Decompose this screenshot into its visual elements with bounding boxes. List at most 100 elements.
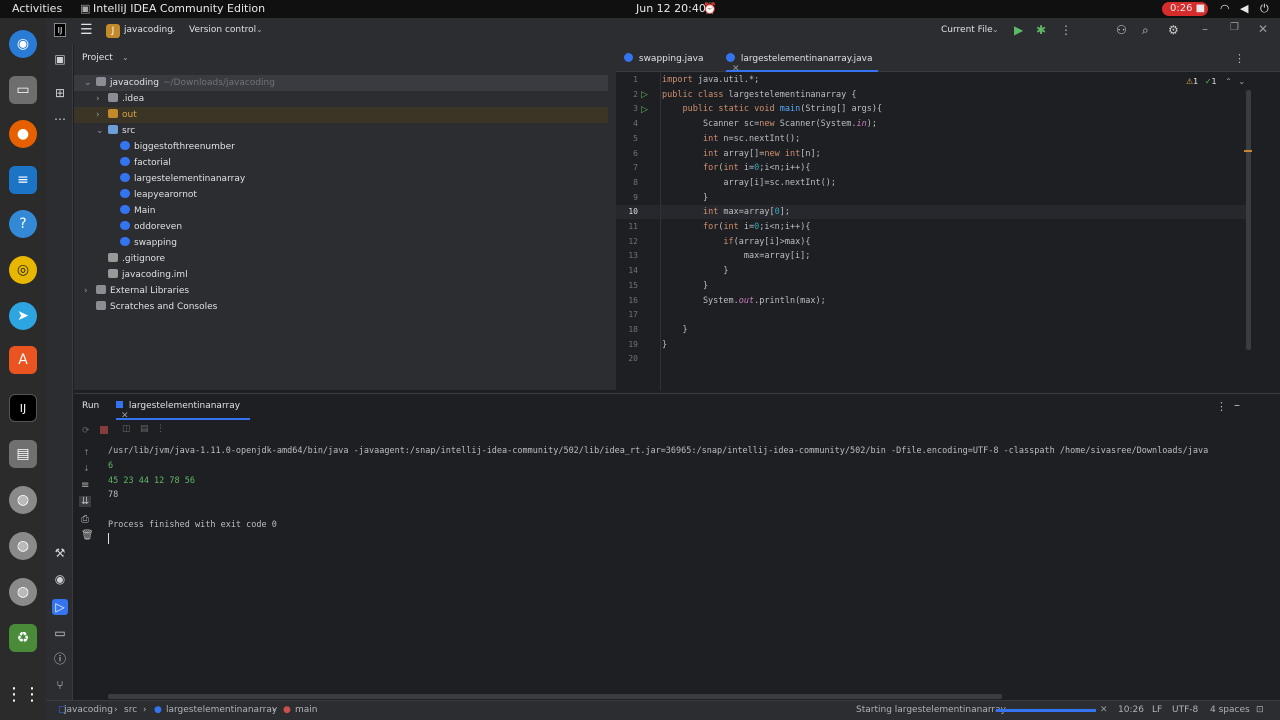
maximize-icon[interactable]: ❐ (1230, 22, 1239, 33)
run-config-selector[interactable]: Current File (941, 25, 993, 35)
expand-chevron-icon[interactable]: ⌄ (96, 123, 108, 139)
run-tool-icon[interactable]: ▷ (52, 599, 68, 615)
rhythmbox-icon[interactable]: ◎ (9, 256, 37, 284)
code-line[interactable]: } (662, 266, 728, 276)
code-line[interactable]: public class largestelementinanarray { (662, 90, 857, 100)
camera-icon[interactable]: ◫ (122, 424, 131, 434)
code-line[interactable]: } (662, 193, 708, 203)
console-cursor[interactable] (108, 533, 109, 544)
code-line[interactable]: System.out.println(max); (662, 296, 826, 306)
code-line[interactable]: for(int i=0;i<n;i++){ (662, 222, 811, 232)
tree-item[interactable]: › .idea (74, 91, 608, 107)
project-tool-icon[interactable]: ▣ (52, 51, 68, 67)
tree-item[interactable]: ⌄ javacoding ~/Downloads/javacoding (74, 75, 608, 91)
app-name[interactable]: IntelliJ IDEA Community Edition (93, 2, 265, 15)
trash-icon[interactable]: 🗑 (81, 530, 94, 541)
arrow-down-icon[interactable]: ↓ (83, 464, 90, 473)
arrow-up-icon[interactable]: ↑ (83, 448, 90, 457)
scroll-to-end-icon[interactable]: ⇊ (79, 496, 92, 507)
editor-scrollbar[interactable] (1246, 90, 1251, 350)
code-line[interactable]: if(array[i]>max){ (662, 237, 810, 247)
tree-item[interactable]: swapping (74, 235, 608, 251)
run-options-icon[interactable]: ⋮ (1216, 400, 1227, 413)
disk-icon-3[interactable]: ◍ (9, 578, 37, 606)
tree-item[interactable]: .gitignore (74, 251, 608, 267)
breadcrumb-class[interactable]: largestelementinanarray (166, 705, 277, 715)
line-separator[interactable]: LF (1152, 705, 1162, 715)
indent-setting[interactable]: 4 spaces (1210, 705, 1250, 715)
breadcrumb-project[interactable]: javacoding (64, 705, 113, 715)
code-line[interactable]: } (662, 325, 687, 335)
build-icon[interactable]: ⚒ (52, 545, 68, 561)
volume-icon[interactable]: ◀ (1240, 2, 1248, 15)
disk-icon-2[interactable]: ◍ (9, 532, 37, 560)
writer-icon[interactable]: ≡ (9, 166, 37, 194)
code-line[interactable]: } (662, 340, 667, 350)
code-line[interactable]: int max=array[0]; (662, 207, 790, 217)
chevron-down-icon[interactable]: ⌄ (1238, 77, 1245, 86)
tree-item[interactable]: › out (74, 107, 608, 123)
vcs-menu[interactable]: Version control (189, 25, 256, 35)
breadcrumb-src[interactable]: src (124, 705, 137, 715)
expand-chevron-icon[interactable]: ⌄ (84, 75, 96, 91)
activities-button[interactable]: Activities (12, 2, 62, 15)
code-line[interactable]: } (662, 281, 708, 291)
files-icon[interactable]: ▭ (9, 76, 37, 104)
code-line[interactable]: for(int i=0;i<n;i++){ (662, 163, 811, 173)
soft-wrap-icon[interactable]: ≡ (81, 480, 89, 491)
tab-options-icon[interactable]: ⋮ (1234, 52, 1245, 65)
run-tab[interactable]: largestelementinanarray ✕ (116, 394, 250, 421)
telegram-icon[interactable]: ➤ (9, 302, 37, 330)
git-icon[interactable]: ⑂ (52, 677, 68, 693)
tree-item[interactable]: biggestofthreenumber (74, 139, 608, 155)
lock-icon[interactable]: ⊡ (1256, 705, 1264, 715)
run-icon[interactable]: ▶ (1014, 23, 1023, 37)
project-switcher[interactable]: javacoding (124, 25, 173, 35)
software-center-icon[interactable]: A (9, 346, 37, 374)
code-line[interactable]: max=array[i]; (662, 251, 811, 261)
terminal-icon[interactable]: ▭ (52, 625, 68, 641)
hide-panel-icon[interactable]: – (1234, 398, 1240, 412)
add-user-icon[interactable]: ⚇ (1116, 23, 1127, 37)
wifi-icon[interactable]: ◠ (1220, 2, 1230, 15)
tree-item[interactable]: javacoding.iml (74, 267, 608, 283)
inspection-widget[interactable]: ⚠1 ✓1 ⌃ ⌄ (1186, 77, 1245, 86)
tree-item[interactable]: ⌄ src (74, 123, 608, 139)
project-panel-title[interactable]: Project (82, 53, 113, 63)
close-tab-icon[interactable]: ✕ (121, 411, 129, 421)
tree-item[interactable]: oddoreven (74, 219, 608, 235)
disk-icon-1[interactable]: ◍ (9, 486, 37, 514)
caret-position[interactable]: 10:26 (1118, 705, 1144, 715)
file-encoding[interactable]: UTF-8 (1172, 705, 1198, 715)
main-menu-icon[interactable]: ☰ (80, 22, 93, 38)
tree-item[interactable]: factorial (74, 155, 608, 171)
tree-item[interactable]: Main (74, 203, 608, 219)
rerun-icon[interactable]: ⟳ (82, 426, 90, 436)
code-line[interactable]: Scanner sc=new Scanner(System.in); (662, 119, 877, 129)
code-line[interactable]: int n=sc.nextInt(); (662, 134, 800, 144)
run-panel-title[interactable]: Run (82, 401, 99, 411)
cancel-task-icon[interactable]: ✕ (1100, 705, 1108, 715)
tree-item[interactable]: › External Libraries (74, 283, 608, 299)
print-icon[interactable]: ⎙ (81, 514, 89, 525)
trash-icon[interactable]: ♻ (9, 624, 37, 652)
structure-icon[interactable]: ⊞ (52, 85, 68, 101)
background-task[interactable]: Starting largestelementinanarray (856, 705, 1006, 715)
stop-icon[interactable] (100, 426, 108, 434)
run-main-gutter-icon[interactable]: ▷ (641, 105, 648, 115)
firefox-icon[interactable]: ● (9, 120, 37, 148)
problems-icon[interactable]: ⓘ (52, 651, 68, 667)
recording-indicator[interactable]: 0:26 ■ (1162, 2, 1208, 16)
services-icon[interactable]: ◉ (52, 571, 68, 587)
gear-icon[interactable]: ⚙ (1168, 23, 1179, 37)
code-line[interactable]: import java.util.*; (662, 75, 759, 85)
expand-chevron-icon[interactable]: › (96, 107, 108, 123)
run-class-gutter-icon[interactable]: ▷ (641, 90, 648, 100)
debug-icon[interactable]: ✱ (1036, 23, 1046, 37)
more-icon[interactable]: ⋮ (156, 424, 165, 434)
chevron-up-icon[interactable]: ⌃ (1225, 77, 1232, 86)
more-actions-icon[interactable]: ⋮ (1060, 23, 1072, 37)
console-hscrollbar[interactable] (108, 694, 1002, 699)
tab-largestelementinanarray[interactable]: largestelementinanarray.java ✕ (726, 45, 878, 74)
code-line[interactable]: public static void main(String[] args){ (662, 104, 882, 114)
